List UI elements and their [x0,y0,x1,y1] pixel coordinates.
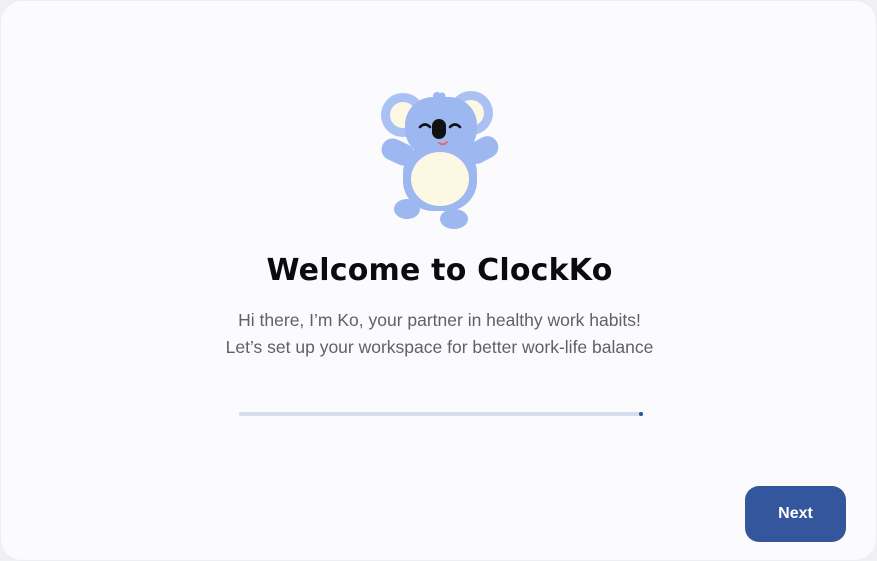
koala-mascot-icon [381,91,499,229]
onboarding-window: Welcome to ClockKo Hi there, I’m Ko, you… [0,0,877,561]
welcome-subtitle-line-2: Let’s set up your workspace for better w… [225,337,654,357]
progress-fill [239,412,643,416]
page-title: Welcome to ClockKo [266,253,613,288]
next-button[interactable]: Next [745,486,846,542]
progress-indicator [639,412,643,416]
welcome-subtitle-line-1: Hi there, I’m Ko, your partner in health… [238,310,641,330]
onboarding-progress-bar [239,412,643,416]
